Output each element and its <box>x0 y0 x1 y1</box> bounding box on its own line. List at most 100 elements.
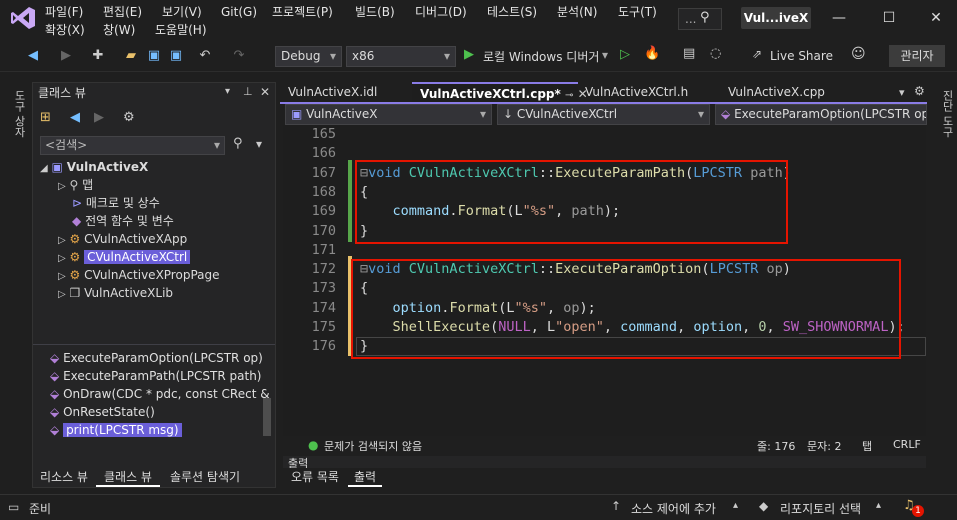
class-search-icon[interactable]: ⚲ <box>233 136 243 151</box>
collapse-icon: ◢ <box>40 163 48 174</box>
live-share-label[interactable]: Live Share <box>770 49 833 63</box>
member-row[interactable]: ⬙ OnResetState() <box>50 403 155 421</box>
tab-error-list[interactable]: 오류 목록 <box>285 468 345 487</box>
source-control-label[interactable]: 소스 제어에 추가 <box>631 500 716 517</box>
configuration-select[interactable]: Debug ▾ <box>275 46 342 67</box>
tab-pin-icon[interactable]: ⊸ <box>565 90 573 101</box>
start-without-debugging-icon[interactable]: ▷ <box>620 47 630 62</box>
eol-indicator[interactable]: CRLF <box>893 438 921 451</box>
line-number: 175 <box>311 319 336 335</box>
splitter[interactable] <box>33 344 275 345</box>
menu-debug[interactable]: 디버그(D) <box>415 3 467 21</box>
class-search-input[interactable]: <검색> ▾ <box>40 136 225 155</box>
tree-node-app[interactable]: ▷ ⚙ CVulnActiveXApp <box>58 230 187 248</box>
source-control-dropdown-icon[interactable]: ▴ <box>733 500 738 511</box>
back-icon[interactable]: ◀ <box>24 46 42 66</box>
open-folder-icon[interactable]: ▰ <box>122 46 140 66</box>
no-issues-label[interactable]: 문제가 검색되지 않음 <box>324 438 422 454</box>
close-icon[interactable]: ✕ <box>926 8 946 28</box>
maximize-icon[interactable]: ☐ <box>879 8 899 28</box>
tree-node-globals[interactable]: ◆ 전역 함수 및 변수 <box>72 212 174 230</box>
tree-node-lib[interactable]: ▷ ❐ VulnActiveXLib <box>58 284 173 302</box>
column-indicator[interactable]: 문자: 2 <box>807 438 841 454</box>
tree-node-map[interactable]: ▷ ⚲ 맵 <box>58 176 93 194</box>
tab-resource-view[interactable]: 리소스 뷰 <box>34 468 94 487</box>
tree-root[interactable]: ◢ ▣ VulnActiveX <box>40 158 148 176</box>
tab-solution-explorer[interactable]: 솔루션 탐색기 <box>162 468 248 487</box>
nav-project-select[interactable]: ▣ VulnActiveX ▾ <box>285 104 492 125</box>
undo-icon[interactable]: ↶ <box>196 46 214 66</box>
menu-git[interactable]: Git(G) <box>221 3 257 21</box>
tab-class-view[interactable]: 클래스 뷰 <box>96 468 160 487</box>
run-debugger-label[interactable]: 로컬 Windows 디버거 <box>483 48 599 65</box>
title-bar <box>0 0 957 42</box>
forward-icon[interactable]: ▶ <box>57 46 75 66</box>
method-icon: ⬙ <box>50 423 60 437</box>
repo-dropdown-icon[interactable]: ▴ <box>876 500 881 511</box>
class-forward-icon[interactable]: ▶ <box>94 110 104 125</box>
tree-node-macros[interactable]: ⊳ 매크로 및 상수 <box>72 194 160 212</box>
class-back-icon[interactable]: ◀ <box>70 110 80 125</box>
new-project-icon[interactable]: ✚ <box>89 46 107 66</box>
ready-icon: ▭ <box>8 500 20 514</box>
highlight-box-option <box>351 259 901 359</box>
menu-project[interactable]: 프로젝트(P) <box>272 3 333 21</box>
feedback-icon[interactable]: ☺ <box>851 46 866 62</box>
tab-list-icon[interactable]: ▾ <box>899 86 905 99</box>
tab-settings-icon[interactable]: ⚙ <box>914 84 925 98</box>
search-icon[interactable]: ⚲ <box>700 10 710 25</box>
live-share-icon[interactable]: ⇗ <box>752 47 762 61</box>
settings-gear-icon[interactable]: ⚙ <box>123 110 135 125</box>
line-number: 174 <box>311 299 336 316</box>
run-icon[interactable]: ▶ <box>464 47 474 62</box>
member-row[interactable]: ⬙ ExecuteParamPath(LPCSTR path) <box>50 367 261 385</box>
panel-close-icon[interactable]: ✕ <box>260 85 270 99</box>
diagnostic-tools-side-tab[interactable]: 진단 도구 <box>933 84 955 144</box>
method-icon: ⬙ <box>50 405 60 419</box>
save-all-icon[interactable]: ▣ <box>167 46 185 66</box>
nav-class-select[interactable]: ↓ CVulnActiveXCtrl ▾ <box>497 104 710 125</box>
breakpoint-icon[interactable]: ◌ <box>710 46 721 61</box>
menu-extensions[interactable]: 확장(X) <box>45 21 85 39</box>
panel-options-icon[interactable]: ▾ <box>225 86 230 97</box>
hot-reload-icon[interactable]: 🔥 <box>644 46 660 61</box>
menu-build[interactable]: 빌드(B) <box>355 3 395 21</box>
tab-idl[interactable]: VulnActiveX.idl <box>280 82 408 102</box>
menu-view[interactable]: 보기(V) <box>162 3 202 21</box>
menu-window[interactable]: 창(W) <box>103 21 135 39</box>
tree-node-proppage[interactable]: ▷ ⚙ CVulnActiveXPropPage <box>58 266 220 284</box>
tab-ctrl-cpp[interactable]: VulnActiveXCtrl.cpp* ⊸ ✕ <box>412 82 588 102</box>
menu-analyze[interactable]: 분석(N) <box>557 3 597 21</box>
tab-ctrl-h[interactable]: VulnActiveXCtrl.h <box>577 82 717 102</box>
toolbox-side-tab[interactable]: 도구 상자 <box>5 84 27 144</box>
solution-name[interactable]: Vul...iveX <box>741 7 811 29</box>
tab-cpp[interactable]: VulnActiveX.cpp <box>720 82 860 102</box>
menu-test[interactable]: 테스트(S) <box>487 3 537 21</box>
run-dropdown-icon[interactable]: ▾ <box>602 48 608 62</box>
member-row[interactable]: ⬙ print(LPCSTR msg) <box>50 421 182 439</box>
minimize-icon[interactable]: — <box>829 8 849 28</box>
new-folder-icon[interactable]: ⊞ <box>40 110 51 125</box>
pin-icon[interactable]: ⊥ <box>243 85 253 98</box>
menu-file[interactable]: 파일(F) <box>45 3 83 21</box>
redo-icon[interactable]: ↷ <box>230 46 248 66</box>
member-row[interactable]: ⬙ ExecuteParamOption(LPCSTR op) <box>50 349 263 367</box>
menu-help[interactable]: 도움말(H) <box>155 21 207 39</box>
menu-edit[interactable]: 편집(E) <box>103 3 142 21</box>
toolbox-icon[interactable]: ▤ <box>683 46 695 61</box>
tree-node-ctrl[interactable]: ▷ ⚙ CVulnActiveXCtrl <box>58 248 191 266</box>
member-row[interactable]: ⬙ OnDraw(CDC * pdc, const CRect & <box>50 385 270 403</box>
platform-select[interactable]: x86 ▾ <box>346 46 456 67</box>
tab-indicator[interactable]: 탭 <box>862 438 872 454</box>
globals-icon: ◆ <box>72 214 82 228</box>
repo-label[interactable]: 리포지토리 선택 <box>780 500 861 517</box>
menu-tools[interactable]: 도구(T) <box>618 3 657 21</box>
nav-member-select[interactable]: ⬙ ExecuteParamOption(LPCSTR op <box>715 104 927 125</box>
line-indicator[interactable]: 줄: 176 <box>757 438 795 454</box>
tab-output[interactable]: 출력 <box>348 468 382 487</box>
class-search-dropdown-icon[interactable]: ▾ <box>256 137 262 151</box>
save-icon[interactable]: ▣ <box>145 46 163 66</box>
member-scrollbar[interactable] <box>263 398 271 436</box>
tree-node-label: CVulnActiveXPropPage <box>84 268 220 282</box>
visual-studio-logo-icon <box>11 7 35 29</box>
